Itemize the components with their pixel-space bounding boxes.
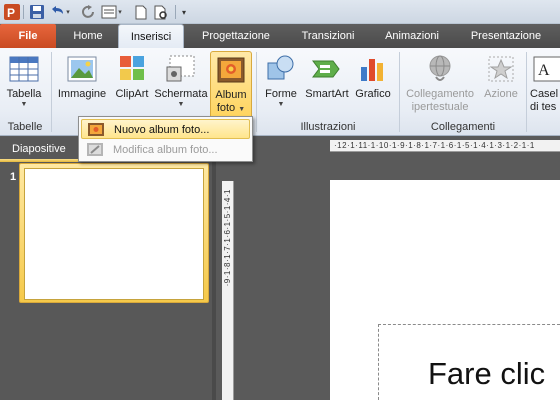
tab-transizioni[interactable]: Transizioni bbox=[290, 24, 366, 48]
edit-photo-album-icon bbox=[87, 143, 103, 156]
vertical-ruler[interactable]: ·9·1·8·1·7·1·6·1·5·1·4·1 bbox=[222, 181, 234, 400]
chart-icon bbox=[357, 53, 389, 85]
ribbon-tab-row: File Home Inserisci Progettazione Transi… bbox=[0, 24, 560, 48]
screenshot-icon bbox=[165, 53, 197, 85]
group-label-collegamenti: Collegamenti bbox=[430, 121, 496, 133]
save-icon[interactable] bbox=[28, 3, 46, 21]
menu-item-label: Nuovo album foto... bbox=[114, 124, 210, 136]
azione-label: Azione bbox=[484, 88, 518, 100]
group-separator bbox=[399, 52, 400, 132]
group-label-illustrazioni: Illustrazioni bbox=[300, 121, 356, 133]
menu-item-label: Modifica album foto... bbox=[113, 144, 218, 156]
clipart-label: ClipArt bbox=[115, 88, 149, 100]
casella-label-line2: di tes bbox=[530, 101, 557, 113]
grafico-button[interactable]: Grafico bbox=[352, 51, 394, 119]
undo-dropdown-icon[interactable]: ▾ bbox=[63, 3, 73, 21]
shapes-icon bbox=[265, 53, 297, 85]
preview-icon[interactable] bbox=[152, 3, 170, 21]
smartart-label: SmartArt bbox=[305, 88, 349, 100]
tab-progettazione[interactable]: Progettazione bbox=[192, 24, 280, 48]
group-separator bbox=[526, 52, 527, 132]
tab-diapositive[interactable]: Diapositive bbox=[4, 140, 74, 158]
tab-presentazione[interactable]: Presentazione bbox=[460, 24, 552, 48]
forme-button[interactable]: Forme ▼ bbox=[261, 51, 301, 119]
forme-label: Forme bbox=[265, 88, 297, 100]
svg-text:P: P bbox=[7, 6, 15, 20]
redo-icon[interactable] bbox=[80, 3, 98, 21]
slide-number: 1 bbox=[10, 171, 17, 183]
immagine-label: Immagine bbox=[57, 88, 107, 100]
ruler-ticks: ·9·1·8·1·7·1·6·1·5·1·4·1 bbox=[223, 189, 232, 287]
album-foto-button[interactable]: Album foto ▼ bbox=[210, 51, 252, 119]
smartart-icon bbox=[311, 53, 343, 85]
azione-button[interactable]: Azione bbox=[478, 51, 524, 119]
group-label-tabelle: Tabelle bbox=[7, 121, 43, 133]
toolbar-separator bbox=[175, 5, 176, 19]
toolbar-separator bbox=[23, 5, 24, 19]
title-placeholder-text[interactable]: Fare clic bbox=[428, 356, 545, 392]
horizontal-ruler[interactable]: ·12·1·11·1·10·1·9·1·8·1·7·1·6·1·5·1·4·1·… bbox=[330, 140, 560, 152]
collegamento-label-line1: Collegamento bbox=[406, 88, 474, 100]
smartart-button[interactable]: SmartArt bbox=[302, 51, 352, 119]
menu-item-modifica-album-foto[interactable]: Modifica album foto... bbox=[81, 140, 250, 160]
chevron-down-icon: ▼ bbox=[238, 106, 246, 113]
tab-inserisci[interactable]: Inserisci bbox=[118, 24, 184, 48]
chevron-down-icon: ▼ bbox=[20, 101, 28, 108]
action-star-icon bbox=[485, 53, 517, 85]
casella-label-line1: Casel bbox=[530, 88, 559, 100]
album-foto-dropdown-menu: Nuovo album foto... Modifica album foto.… bbox=[78, 116, 253, 162]
tab-home[interactable]: Home bbox=[62, 24, 114, 48]
schermata-label: Schermata bbox=[154, 88, 208, 100]
svg-text:A: A bbox=[538, 62, 550, 79]
tabella-label: Tabella bbox=[6, 88, 42, 100]
photo-album-icon bbox=[215, 54, 247, 86]
quick-access-toolbar: P ▾ ▾ ▾ bbox=[0, 0, 560, 24]
tab-file[interactable]: File bbox=[0, 24, 56, 48]
text-box-icon: A bbox=[532, 53, 560, 85]
group-separator bbox=[51, 52, 52, 132]
menu-item-nuovo-album-foto[interactable]: Nuovo album foto... bbox=[81, 119, 250, 139]
collegamento-ipertestuale-button[interactable]: Collegamento ipertestuale bbox=[402, 51, 478, 119]
new-icon[interactable] bbox=[132, 3, 150, 21]
clipart-icon bbox=[116, 53, 148, 85]
table-icon bbox=[8, 53, 40, 85]
customize-icon[interactable]: ▾ bbox=[178, 3, 190, 21]
chevron-down-icon: ▼ bbox=[177, 101, 185, 108]
hyperlink-icon bbox=[424, 53, 456, 85]
picture-icon bbox=[66, 53, 98, 85]
new-photo-album-icon bbox=[88, 123, 104, 136]
slide-thumbnail[interactable] bbox=[24, 168, 204, 300]
tab-animazioni[interactable]: Animazioni bbox=[376, 24, 448, 48]
tabella-button[interactable]: Tabella ▼ bbox=[2, 51, 46, 119]
collegamento-label-line2: ipertestuale bbox=[411, 101, 469, 113]
powerpoint-logo-icon[interactable]: P bbox=[3, 3, 21, 21]
clipart-button[interactable]: ClipArt bbox=[112, 51, 152, 119]
grafico-label: Grafico bbox=[355, 88, 391, 100]
panel-splitter[interactable] bbox=[212, 137, 216, 400]
slides-panel: Diapositive 1 bbox=[0, 137, 212, 400]
schermata-button[interactable]: Schermata ▼ bbox=[153, 51, 209, 119]
ruler-ticks: ·12·1·11·1·10·1·9·1·8·1·7·1·6·1·5·1·4·1·… bbox=[334, 141, 535, 150]
group-separator bbox=[256, 52, 257, 132]
layout-dropdown-icon[interactable]: ▾ bbox=[115, 3, 125, 21]
casella-di-testo-button[interactable]: A Casel di tes bbox=[530, 51, 560, 119]
immagine-button[interactable]: Immagine bbox=[54, 51, 110, 119]
chevron-down-icon: ▼ bbox=[277, 101, 285, 108]
album-foto-label-line1: Album bbox=[215, 89, 247, 101]
album-foto-label-line2: foto bbox=[216, 102, 236, 114]
